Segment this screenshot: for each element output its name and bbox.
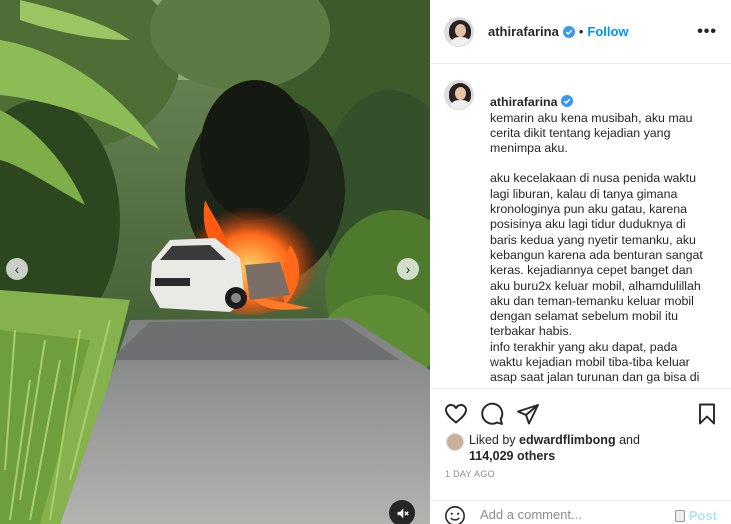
likes-count[interactable]: 114,029 others <box>469 449 555 463</box>
post-actions <box>430 388 731 436</box>
more-options-icon[interactable]: ••• <box>697 24 717 40</box>
caption-intro: kemarin aku kena musibah, aku mau cerita… <box>490 110 693 156</box>
comment-input[interactable] <box>480 507 670 522</box>
clipboard-icon <box>674 509 685 522</box>
chevron-right-icon: › <box>405 261 411 277</box>
post-details-panel: athirafarina • Follow ••• athirafarina k… <box>430 0 731 524</box>
next-media-button[interactable]: › <box>397 258 419 280</box>
liker-avatar[interactable] <box>446 433 464 451</box>
caption-scroll-area[interactable]: athirafarina kemarin aku kena musibah, a… <box>444 80 726 386</box>
caption-text: athirafarina kemarin aku kena musibah, a… <box>490 80 712 386</box>
post-timestamp[interactable]: 1 DAY AGO <box>445 469 495 479</box>
post-video[interactable]: ‹ › <box>0 0 430 524</box>
bookmark-icon[interactable] <box>695 402 719 426</box>
comment-bubble-icon[interactable] <box>480 402 504 426</box>
liker-username[interactable]: edwardflimbong <box>519 433 616 447</box>
post-comment-label: Post <box>688 508 717 523</box>
caption-row: athirafarina kemarin aku kena musibah, a… <box>444 80 726 386</box>
verified-badge-icon <box>562 25 575 38</box>
likes-and: and <box>619 433 640 447</box>
likes-summary: Liked by edwardflimbong and 114,029 othe… <box>446 432 726 464</box>
paper-plane-icon[interactable] <box>516 402 540 426</box>
caption-username[interactable]: athirafarina <box>490 95 557 109</box>
heart-icon[interactable] <box>444 402 468 426</box>
smiley-icon[interactable] <box>444 505 466 524</box>
caption-author-avatar[interactable] <box>444 80 474 110</box>
follow-button[interactable]: Follow <box>587 24 628 39</box>
caption-body: aku kecelakaan di nusa penida waktu lagi… <box>490 171 703 386</box>
comment-bar: Post <box>430 500 731 524</box>
likes-prefix: Liked by <box>469 433 516 447</box>
chevron-left-icon: ‹ <box>14 261 20 277</box>
previous-media-button[interactable]: ‹ <box>6 258 28 280</box>
video-frame-burning-car <box>0 0 430 524</box>
author-avatar[interactable] <box>444 16 474 47</box>
post-comment-button[interactable]: Post <box>674 508 717 523</box>
post-header: athirafarina • Follow ••• <box>430 0 731 64</box>
speaker-muted-icon <box>397 508 409 518</box>
mute-toggle-button[interactable] <box>389 500 415 524</box>
header-separator: • <box>578 24 584 39</box>
author-username[interactable]: athirafarina <box>488 24 559 39</box>
verified-badge-icon <box>561 95 574 108</box>
